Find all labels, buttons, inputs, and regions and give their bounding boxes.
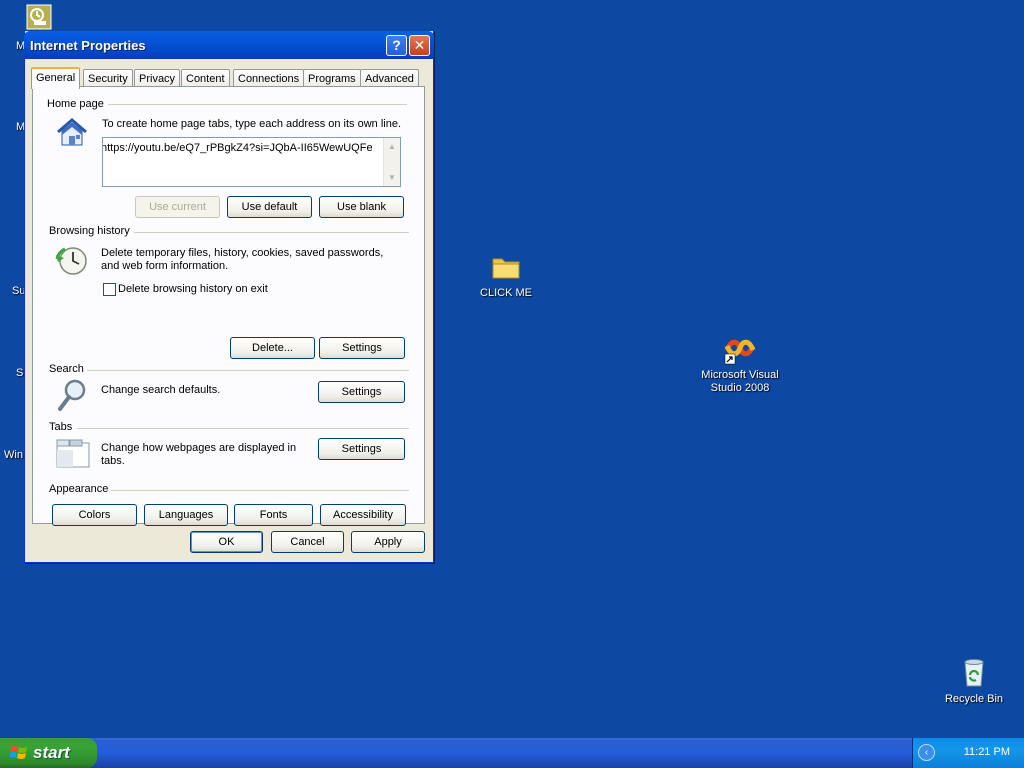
tool-icon <box>26 4 52 30</box>
visual-studio-icon <box>723 332 757 366</box>
search-settings-button[interactable]: Settings <box>318 381 405 403</box>
use-current-button[interactable]: Use current <box>135 196 220 218</box>
use-default-button[interactable]: Use default <box>227 196 312 218</box>
appearance-section-title: Appearance <box>49 483 113 495</box>
delete-history-on-exit-checkbox[interactable] <box>103 283 116 296</box>
home-page-url-textarea[interactable]: https://youtu.be/eQ7_rPBgkZ4?si=JQbA-II6… <box>102 137 401 187</box>
folder-icon <box>489 250 523 284</box>
cancel-button[interactable]: Cancel <box>271 531 344 553</box>
colors-button[interactable]: Colors <box>52 504 137 526</box>
ok-button[interactable]: OK <box>190 531 263 553</box>
browsing-history-description-2: and web form information. <box>101 260 229 272</box>
desktop-icon-click-me[interactable]: CLICK ME <box>458 250 554 300</box>
recycle-bin-icon <box>957 656 991 690</box>
search-section-title: Search <box>49 363 88 375</box>
scroll-down-icon: ▼ <box>388 173 396 182</box>
tabs-section-title: Tabs <box>49 421 77 433</box>
search-description: Change search defaults. <box>101 384 221 396</box>
languages-button[interactable]: Languages <box>144 504 228 526</box>
desktop-icon-visual-studio[interactable]: Microsoft Visual Studio 2008 <box>692 332 788 395</box>
tray-expand-chevron-icon[interactable]: ‹ <box>918 744 935 761</box>
tabs-description-2: tabs. <box>101 455 125 467</box>
home-page-description: To create home page tabs, type each addr… <box>102 118 402 130</box>
taskbar: start ‹ 11:21 PM <box>0 738 1024 768</box>
delete-history-on-exit-label[interactable]: Delete browsing history on exit <box>118 283 268 296</box>
apply-button[interactable]: Apply <box>351 531 425 553</box>
desktop-icon-label: Recycle Bin <box>944 693 1004 705</box>
windows-logo-icon <box>9 745 28 766</box>
home-page-icon <box>55 117 89 150</box>
close-button[interactable]: ✕ <box>409 35 430 56</box>
delete-button[interactable]: Delete... <box>230 337 315 359</box>
magnifier-icon <box>57 378 89 415</box>
help-button[interactable]: ? <box>386 35 407 56</box>
divider <box>107 104 407 105</box>
start-label: start <box>33 743 70 762</box>
internet-properties-dialog: Internet Properties ? ✕ General Security… <box>24 31 434 563</box>
browsing-history-description-1: Delete temporary files, history, cookies… <box>101 247 384 259</box>
textarea-scrollbar[interactable]: ▲ ▼ <box>383 138 400 186</box>
partial-icon-label-4: S <box>16 367 24 379</box>
browsing-history-settings-button[interactable]: Settings <box>319 337 405 359</box>
partial-icon-label-5: Win <box>4 449 23 461</box>
use-blank-button[interactable]: Use blank <box>319 196 404 218</box>
scroll-up-icon: ▲ <box>388 142 396 151</box>
home-page-url-text: https://youtu.be/eQ7_rPBgkZ4?si=JQbA-II6… <box>102 142 373 154</box>
start-button[interactable]: start <box>0 738 97 768</box>
desktop-icon-label: Microsoft Visual Studio 2008 <box>701 369 779 394</box>
dialog-title: Internet Properties <box>30 38 146 53</box>
accessibility-button[interactable]: Accessibility <box>320 504 406 526</box>
browsing-history-section-title: Browsing history <box>49 225 134 237</box>
general-tab-panel: Home page To create home page tabs, type… <box>32 86 425 526</box>
title-bar[interactable]: Internet Properties ? ✕ <box>24 31 434 59</box>
tabs-description-1: Change how webpages are displayed in <box>101 442 297 454</box>
desktop-icon-recycle-bin[interactable]: Recycle Bin <box>926 656 1022 706</box>
tabs-window-icon <box>56 439 90 472</box>
desktop-icon-tool[interactable] <box>26 4 52 30</box>
tabs-settings-button[interactable]: Settings <box>318 438 405 460</box>
history-clock-icon <box>55 245 89 280</box>
divider <box>87 370 409 371</box>
tab-general[interactable]: General <box>31 67 81 89</box>
home-page-section-title: Home page <box>47 98 108 110</box>
fonts-button[interactable]: Fonts <box>234 504 313 526</box>
clock: 11:21 PM <box>963 746 1010 758</box>
divider <box>133 232 409 233</box>
system-tray: ‹ 11:21 PM <box>912 738 1024 768</box>
divider <box>77 428 409 429</box>
desktop-icon-label: CLICK ME <box>480 287 532 299</box>
divider <box>111 490 409 491</box>
